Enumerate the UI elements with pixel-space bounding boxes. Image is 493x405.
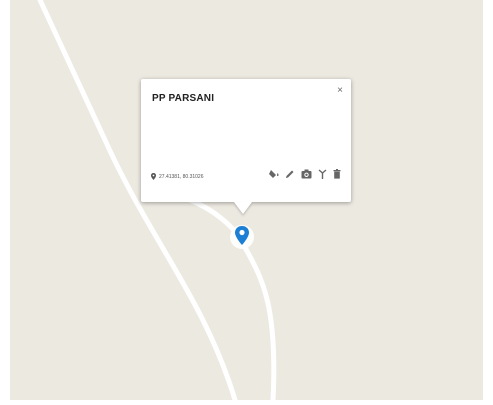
marker-style-icon[interactable] — [269, 169, 279, 179]
popup-pointer — [234, 202, 252, 214]
delete-icon[interactable] — [333, 169, 341, 179]
location-marker-icon[interactable] — [229, 220, 255, 254]
camera-icon[interactable] — [301, 169, 312, 179]
close-icon[interactable]: × — [337, 85, 343, 97]
map-canvas[interactable]: PP PARSANI × 27.41381, 80.31026 — [10, 0, 483, 400]
edit-icon[interactable] — [285, 169, 295, 179]
location-pin-icon — [151, 173, 156, 180]
antenna-icon[interactable] — [318, 169, 327, 179]
popup-title: PP PARSANI — [152, 93, 215, 104]
popup-actions — [269, 169, 341, 179]
info-popup: PP PARSANI × 27.41381, 80.31026 — [141, 79, 351, 214]
coordinates-row: 27.41381, 80.31026 — [151, 173, 204, 180]
coordinates-text: 27.41381, 80.31026 — [159, 173, 204, 180]
